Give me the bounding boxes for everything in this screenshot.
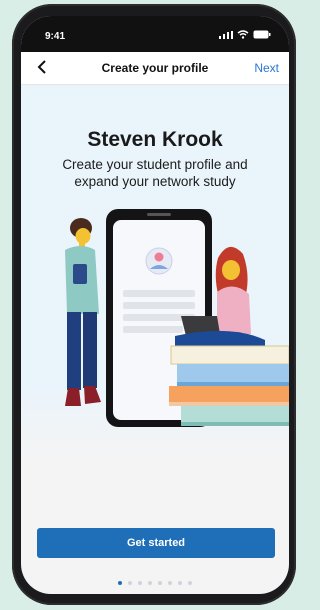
status-icons bbox=[219, 30, 271, 39]
page-dot bbox=[138, 581, 142, 585]
status-time: 9:41 bbox=[45, 31, 66, 42]
signal-icon bbox=[219, 30, 233, 39]
students-illustration bbox=[65, 209, 289, 427]
get-started-button[interactable]: Get started bbox=[37, 528, 275, 558]
page-dot bbox=[148, 581, 152, 585]
next-button[interactable]: Next bbox=[254, 61, 279, 75]
page-dot bbox=[128, 581, 132, 585]
phone-screen: 9:41 Create your profile Next Steven Kro… bbox=[21, 16, 289, 594]
page-dot bbox=[118, 581, 122, 585]
wifi-icon bbox=[237, 30, 249, 39]
page-dot bbox=[158, 581, 162, 585]
page-dot bbox=[188, 581, 192, 585]
navigation-bar: Create your profile Next bbox=[21, 52, 289, 85]
battery-icon bbox=[253, 30, 271, 39]
nav-title: Create your profile bbox=[101, 61, 209, 75]
page-dot bbox=[178, 581, 182, 585]
status-bar: 9:41 bbox=[21, 16, 289, 52]
page-indicator bbox=[21, 581, 289, 585]
page-dot bbox=[168, 581, 172, 585]
hero-subtitle: Create your student profile and expand y… bbox=[62, 157, 248, 189]
student-name: Steven Krook bbox=[87, 128, 223, 151]
